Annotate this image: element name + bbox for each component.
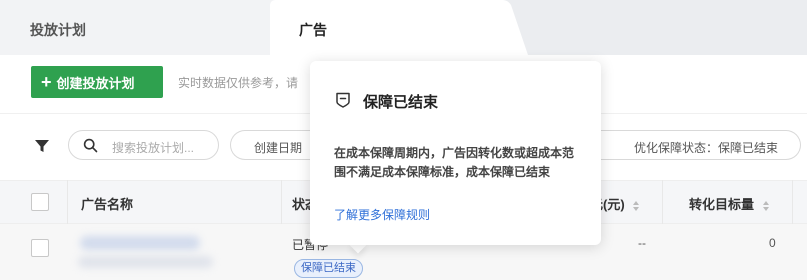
ad-name-redacted — [80, 236, 200, 250]
tab-strip — [0, 55, 807, 57]
header-target[interactable]: 转化目标量 — [689, 194, 770, 213]
header-target-label: 转化目标量 — [689, 197, 755, 212]
create-plan-label: 创建投放计划 — [56, 75, 135, 91]
select-all-checkbox[interactable] — [31, 193, 49, 211]
tab-plans-label: 投放计划 — [30, 22, 86, 38]
sort-icon — [633, 200, 640, 211]
date-filter[interactable]: 创建日期 — [230, 130, 320, 160]
guarantee-popover: 保障已结束 在成本保障周期内，广告因转化数或超成本范围不满足成本保障标准，成本保… — [310, 61, 601, 245]
tab-ads[interactable]: 广告 — [270, 0, 528, 55]
tab-ads-label: 广告 — [299, 22, 327, 38]
plus-icon: + — [41, 72, 52, 92]
header-ad-name: 广告名称 — [81, 197, 134, 212]
search-icon — [83, 138, 98, 153]
row-target: 0 — [769, 236, 776, 250]
date-filter-label: 创建日期 — [254, 141, 303, 155]
row-checkbox[interactable] — [31, 239, 49, 257]
ad-name-redacted — [78, 256, 213, 268]
create-plan-button[interactable]: + 创建投放计划 — [31, 66, 163, 98]
status-badge: 保障已结束 — [294, 259, 363, 278]
learn-more-link[interactable]: 了解更多保障规则 — [334, 206, 430, 223]
search-placeholder: 搜索投放计划... — [112, 141, 195, 155]
sort-icon — [762, 200, 769, 211]
tab-plans[interactable]: 投放计划 — [0, 0, 300, 55]
search-input[interactable]: 搜索投放计划... — [68, 130, 219, 160]
popover-body: 在成本保障周期内，广告因转化数或超成本范围不满足成本保障标准，成本保障已结束 — [334, 146, 575, 179]
realtime-notice: 实时数据仅供参考，请 — [178, 76, 299, 90]
filter-icon[interactable] — [34, 138, 50, 154]
status-filter-label: 优化保障状态：保障已结束 — [633, 141, 778, 155]
shield-icon — [336, 92, 350, 108]
row-cost: -- — [638, 236, 646, 250]
popover-title: 保障已结束 — [363, 94, 439, 111]
